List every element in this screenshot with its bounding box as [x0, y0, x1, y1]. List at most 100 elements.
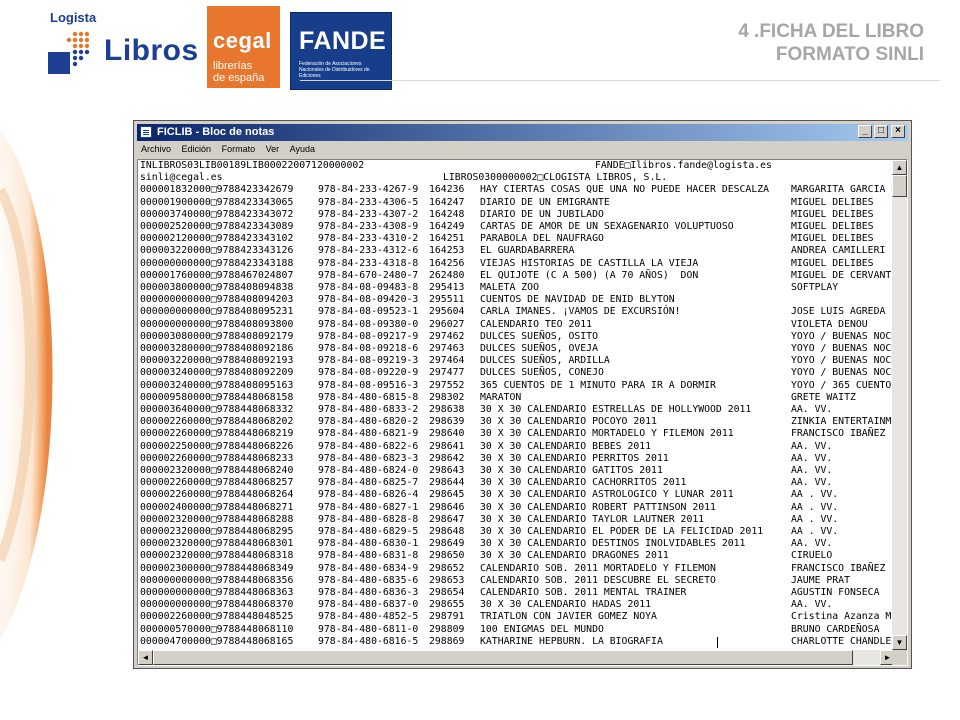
- vertical-scrollbar[interactable]: ▲ ▼: [892, 160, 907, 650]
- record-row-field-4: AA . VV.: [791, 513, 839, 525]
- scroll-up-button[interactable]: ▲: [892, 160, 907, 175]
- record-row-field-3: CARTAS DE AMOR DE UN SEXAGENARIO VOLUPTU…: [480, 221, 734, 232]
- record-row-field-4: AA. VV.: [791, 538, 833, 550]
- record-row-field-0: 000000000000□9788448068356: [140, 574, 294, 586]
- record-row-field-3: MALETA ZOO: [480, 282, 539, 293]
- record-row-field-1: 978-84-08-09483-8: [318, 282, 419, 293]
- text-cursor: [717, 636, 718, 648]
- record-row-field-2: 298654: [429, 587, 465, 598]
- record-row-field-1: 978-84-233-4308-9: [318, 221, 419, 232]
- record-row-field-2: 297463: [429, 343, 465, 354]
- menu-edicion[interactable]: Edición: [178, 142, 216, 154]
- record-row-field-1: 978-84-480-6821-9: [318, 428, 419, 440]
- document-text[interactable]: INLIBROS03LIB00189LIB00022007120000002 FA…: [140, 160, 897, 650]
- record-row-field-4: YOYO / BUENAS NOCH: [791, 367, 897, 379]
- record-row-field-4: AA. VV.: [791, 465, 833, 476]
- cegal-subtitle: librerías de españa: [213, 60, 265, 84]
- record-row-field-4: JOSE LUIS AGREDA: [791, 306, 886, 318]
- record-row-field-0: 000000000000□9788448068370: [140, 599, 294, 611]
- record-row-field-2: 298650: [429, 550, 465, 562]
- record-row-field-2: 298642: [429, 452, 465, 464]
- record-row-field-2: 298649: [429, 538, 465, 550]
- record-row-field-1: 978-84-08-09217-9: [318, 330, 419, 342]
- record-row-field-2: 164248: [429, 208, 465, 220]
- record-row-field-2: 298645: [429, 489, 465, 501]
- record-row-field-4: AA . VV.: [791, 526, 839, 537]
- maximize-button[interactable]: □: [874, 125, 888, 138]
- record-row-field-3: 100 ENIGMAS DEL MUNDO: [480, 623, 604, 635]
- vertical-scroll-thumb[interactable]: [892, 175, 907, 197]
- record-row-field-0: 000002260000□9788448068202: [140, 416, 294, 428]
- scroll-left-button[interactable]: ◄: [138, 650, 153, 665]
- menu-ayuda[interactable]: Ayuda: [286, 142, 319, 154]
- record-row-field-0: 000002400000□9788448068271: [140, 501, 294, 513]
- record-row-field-0: 000001760000□9788467024807: [140, 269, 294, 281]
- notepad-window: FICLIB - Bloc de notas _ □ × Archivo Edi…: [133, 120, 912, 669]
- record-row-field-1: 978-84-480-6820-2: [318, 416, 419, 428]
- record-row-field-0: 000004700000□9788448068165: [140, 635, 294, 647]
- menu-archivo[interactable]: Archivo: [137, 142, 175, 154]
- window-titlebar[interactable]: FICLIB - Bloc de notas _ □ ×: [137, 124, 908, 141]
- record-row-field-3: 30 X 30 CALENDARIO PERRITOS 2011: [480, 452, 669, 464]
- record-row-field-3: VIEJAS HISTORIAS DE CASTILLA LA VIEJA: [480, 257, 699, 269]
- scroll-down-button[interactable]: ▼: [892, 635, 907, 650]
- horizontal-scroll-thumb[interactable]: [153, 650, 853, 665]
- record-row-field-3: CALENDARIO SOB. 2011 DESCUBRE EL SECRETO: [480, 574, 716, 586]
- record-row-field-0: 000002260000□9788448068233: [140, 452, 294, 464]
- close-button[interactable]: ×: [891, 125, 905, 138]
- window-title: FICLIB - Bloc de notas: [157, 126, 275, 138]
- record-row-field-2: 296027: [429, 318, 465, 330]
- record-row-field-1: 978-84-233-4267-9: [318, 184, 419, 196]
- record-row-field-3: 30 X 30 CALENDARIO POCOYO 2011: [480, 416, 657, 428]
- minimize-button[interactable]: _: [858, 125, 872, 138]
- record-row-field-0: 000002520000□9788423343089: [140, 221, 294, 232]
- record-row-field-4: AA. VV.: [791, 599, 833, 611]
- record-row-field-4: CHARLOTTE CHANDLER: [791, 635, 897, 647]
- record-row-field-4: AA. VV.: [791, 452, 833, 464]
- record-row-field-4: AA. VV.: [791, 404, 833, 415]
- record-row-field-4: GRETE WAITZ: [791, 391, 856, 403]
- record-row-field-0: 000002320000□9788448068301: [140, 538, 294, 550]
- record-row-field-1: 978-84-480-6833-2: [318, 404, 419, 415]
- record-row-field-1: 978-84-480-6827-1: [318, 501, 419, 513]
- record-row-field-1: 978-84-480-6826-4: [318, 489, 419, 501]
- record-row-field-3: CALENDARIO SOB. 2011 MENTAL TRAINER: [480, 587, 687, 598]
- record-row-field-3: DULCES SUEÑOS, OSITO: [480, 330, 598, 342]
- header-line-field-1: FANDE□Ilibros.fande@logista.es: [595, 160, 772, 171]
- record-row-field-3: 30 X 30 CALENDARIO ESTRELLAS DE HOLLYWOO…: [480, 404, 752, 415]
- logista-small-text: Logista: [50, 10, 97, 25]
- record-row-field-0: 000000000000□9788448068363: [140, 587, 294, 598]
- record-row-field-3: DULCES SUEÑOS, OVEJA: [480, 343, 598, 354]
- record-row-field-1: 978-84-480-6830-1: [318, 538, 419, 550]
- horizontal-scrollbar[interactable]: ◄ ►: [138, 650, 895, 665]
- record-row-field-1: 978-84-480-6815-8: [318, 391, 419, 403]
- record-row-field-0: 000003220000□9788423343126: [140, 245, 294, 257]
- fande-logo: FANDE Federación de Asociaciones Naciona…: [290, 12, 392, 90]
- menu-ver[interactable]: Ver: [262, 142, 284, 154]
- record-row-field-4: AA . VV.: [791, 501, 839, 513]
- record-row-field-2: 164247: [429, 196, 465, 208]
- record-row-field-2: 298791: [429, 611, 465, 623]
- record-row-field-3: EL QUIJOTE (C A 500) (A 70 AÑOS) DON: [480, 269, 699, 281]
- record-row-field-1: 978-84-233-4310-2: [318, 233, 419, 245]
- notepad-icon[interactable]: [140, 126, 152, 138]
- record-row-field-1: 978-84-480-6816-5: [318, 635, 419, 647]
- record-row-field-1: 978-84-480-6824-0: [318, 465, 419, 476]
- record-row-field-1: 978-84-08-09523-1: [318, 306, 419, 318]
- record-row-field-3: DIARIO DE UN EMIGRANTE: [480, 196, 610, 208]
- record-row-field-4: AGUSTIN FONSECA: [791, 587, 880, 598]
- record-row-field-3: DULCES SUEÑOS, CONEJO: [480, 367, 604, 379]
- text-editor[interactable]: INLIBROS03LIB00189LIB00022007120000002 FA…: [137, 159, 908, 666]
- record-row-field-3: KATHARINE HEPBURN. LA BIOGRAFIA: [480, 635, 663, 647]
- record-row-field-1: 978-84-480-6828-8: [318, 513, 419, 525]
- record-row-field-3: 30 X 30 CALENDARIO DRAGONES 2011: [480, 550, 669, 562]
- record-row-field-0: 000003240000□9788408092209: [140, 367, 294, 379]
- record-row-field-4: ZINKIA ENTERTAINME: [791, 416, 897, 428]
- record-row-field-2: 295413: [429, 282, 465, 293]
- record-row-field-3: HAY CIERTAS COSAS QUE UNA NO PUEDE HACER…: [480, 184, 770, 196]
- record-row-field-4: YOYO / BUENAS NOCH: [791, 330, 897, 342]
- record-row-field-2: 297464: [429, 355, 465, 367]
- menu-formato[interactable]: Formato: [218, 142, 260, 154]
- record-row-field-4: MIGUEL DELIBES: [791, 233, 874, 245]
- record-row-field-4: SOFTPLAY: [791, 282, 839, 293]
